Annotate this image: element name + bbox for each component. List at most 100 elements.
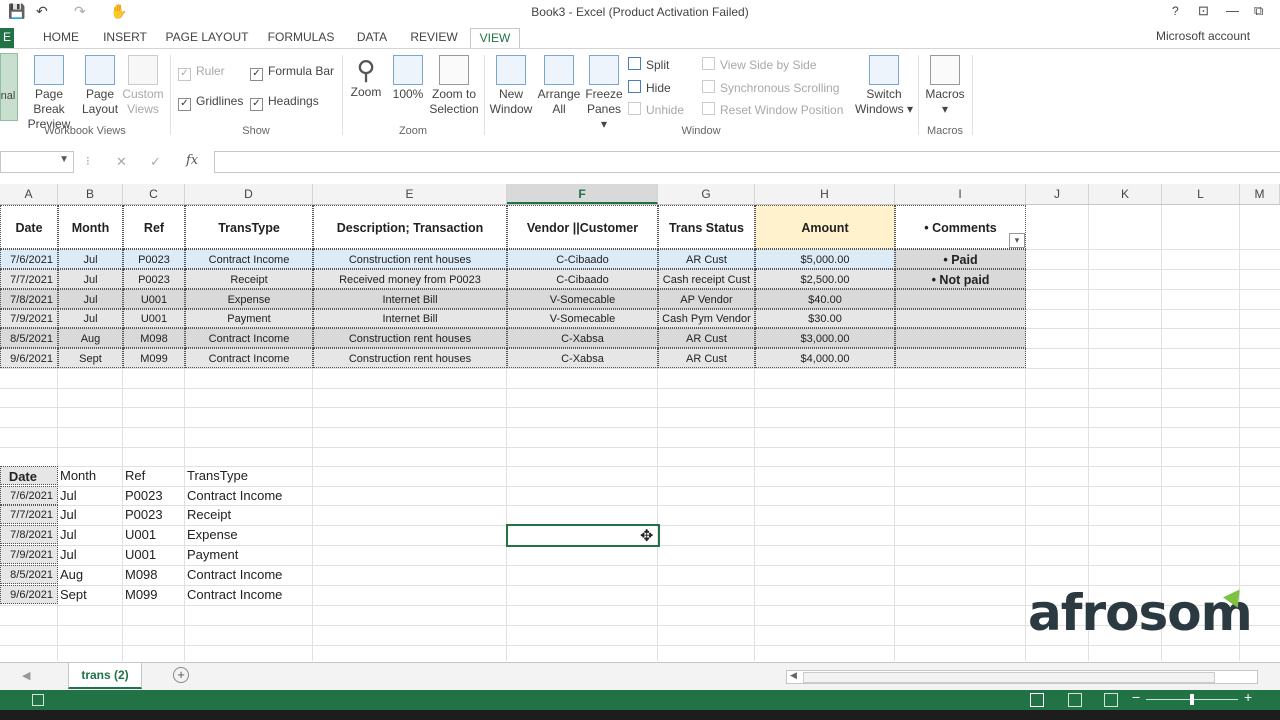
formula-input[interactable] <box>214 151 1280 173</box>
page-layout-view-button[interactable]: Page Layout <box>82 55 118 117</box>
horizontal-scrollbar[interactable]: ◀ <box>786 670 1258 684</box>
table1-cell[interactable]: M099 <box>123 348 185 368</box>
unhide-button[interactable]: Unhide <box>628 102 684 117</box>
table1-cell[interactable]: Receipt <box>185 269 313 289</box>
column-header-a[interactable]: A <box>0 184 58 204</box>
page-break-view-icon[interactable] <box>1104 693 1118 707</box>
table1-header-cell[interactable]: • Comments <box>895 205 1026 249</box>
table1-header-cell[interactable]: Month <box>58 205 123 249</box>
freeze-panes-button[interactable]: Freeze Panes ▾ <box>584 55 624 132</box>
table1-cell[interactable]: P0023 <box>123 269 185 289</box>
table2-cell[interactable]: Expense <box>185 525 315 544</box>
tab-review[interactable]: REVIEW <box>406 28 462 48</box>
split-button[interactable]: Split <box>628 57 669 72</box>
table2-cell[interactable]: M099 <box>123 585 187 604</box>
table2-cell[interactable]: Sept <box>58 585 125 604</box>
table1-cell[interactable]: $30.00 <box>755 309 895 328</box>
table1-cell[interactable]: Internet Bill <box>313 289 507 309</box>
table1-cell[interactable]: Contract Income <box>185 249 313 269</box>
column-header-f[interactable]: F <box>507 184 658 204</box>
hide-button[interactable]: Hide <box>628 80 671 95</box>
table2-cell[interactable]: 8/5/2021 <box>0 565 58 584</box>
filter-dropdown-icon[interactable]: ▾ <box>1009 233 1025 248</box>
tab-formulas[interactable]: FORMULAS <box>264 28 338 48</box>
table1-cell[interactable]: AR Cust <box>658 249 755 269</box>
table1-cell[interactable]: Jul <box>58 249 123 269</box>
account-name[interactable]: Microsoft account <box>1156 29 1250 43</box>
table2-cell[interactable]: U001 <box>123 525 187 544</box>
table2-header-cell[interactable]: TransType <box>185 466 315 485</box>
table1-cell[interactable]: Aug <box>58 328 123 348</box>
macro-record-icon[interactable] <box>32 694 44 706</box>
redo-icon[interactable]: ↷ <box>74 3 86 20</box>
column-header-c[interactable]: C <box>123 184 185 204</box>
table1-header-cell[interactable]: Vendor ||Customer <box>507 205 658 249</box>
column-header-h[interactable]: H <box>755 184 895 204</box>
formula-bar-checkbox[interactable]: ✓ Formula Bar <box>250 64 334 81</box>
table1-cell[interactable]: V-Somecable <box>507 289 658 309</box>
table1-cell[interactable]: $2,500.00 <box>755 269 895 289</box>
table2-cell[interactable]: 7/9/2021 <box>0 545 58 564</box>
view-side-by-side-button[interactable]: View Side by Side <box>702 57 817 72</box>
table1-cell[interactable]: $40.00 <box>755 289 895 309</box>
new-window-button[interactable]: New Window <box>488 55 534 117</box>
scrollbar-thumb[interactable] <box>803 672 1215 683</box>
table1-cell[interactable]: C-Cibaado <box>507 249 658 269</box>
normal-view-button[interactable] <box>0 53 18 121</box>
table2-cell[interactable]: U001 <box>123 545 187 564</box>
table2-header-cell[interactable]: Date <box>0 466 58 485</box>
arrange-all-button[interactable]: Arrange All <box>536 55 582 117</box>
page-layout-view-icon[interactable] <box>1068 693 1082 707</box>
insert-function-icon[interactable]: fx <box>186 153 198 168</box>
table1-cell[interactable]: P0023 <box>123 249 185 269</box>
table1-cell[interactable]: AR Cust <box>658 348 755 368</box>
sheet-scroll-icon[interactable]: ◀ <box>22 669 30 682</box>
table2-cell[interactable]: Jul <box>58 525 125 544</box>
synchronous-scrolling-button[interactable]: Synchronous Scrolling <box>702 80 839 95</box>
column-header-j[interactable]: J <box>1026 184 1089 204</box>
reset-window-position-button[interactable]: Reset Window Position <box>702 102 843 117</box>
table2-header-cell[interactable]: Month <box>58 466 125 485</box>
column-header-k[interactable]: K <box>1089 184 1162 204</box>
column-header-e[interactable]: E <box>313 184 507 204</box>
table2-cell[interactable]: 7/6/2021 <box>0 486 58 505</box>
table1-cell[interactable]: AR Cust <box>658 328 755 348</box>
table2-cell[interactable]: Contract Income <box>185 565 315 584</box>
table2-cell[interactable]: Jul <box>58 545 125 564</box>
table1-cell[interactable]: Construction rent houses <box>313 249 507 269</box>
table2-cell[interactable]: Jul <box>58 486 125 505</box>
table1-cell[interactable]: • Not paid <box>895 269 1026 289</box>
table1-cell[interactable]: Payment <box>185 309 313 328</box>
table1-cell[interactable]: Contract Income <box>185 348 313 368</box>
table1-cell[interactable]: U001 <box>123 309 185 328</box>
zoom-in-icon[interactable]: + <box>1244 689 1252 705</box>
zoom-to-selection-button[interactable]: Zoom to Selection <box>428 55 480 117</box>
touch-mode-icon[interactable]: ✋ <box>110 3 127 20</box>
table1-cell[interactable]: 7/9/2021 <box>0 309 58 328</box>
column-header-m[interactable]: M <box>1240 184 1280 204</box>
table1-cell[interactable]: Jul <box>58 289 123 309</box>
confirm-entry-icon[interactable]: ✓ <box>150 154 161 170</box>
macros-button[interactable]: Macros ▾ <box>922 55 968 117</box>
table1-cell[interactable]: Cash receipt Cust <box>658 269 755 289</box>
cancel-entry-icon[interactable]: ✕ <box>116 154 127 170</box>
save-icon[interactable]: 💾 <box>8 3 25 20</box>
column-header-d[interactable]: D <box>185 184 313 204</box>
column-header-b[interactable]: B <box>58 184 123 204</box>
table1-cell[interactable]: Jul <box>58 269 123 289</box>
table2-header-cell[interactable]: Ref <box>123 466 187 485</box>
table2-cell[interactable]: Receipt <box>185 505 315 524</box>
table1-cell[interactable]: 9/6/2021 <box>0 348 58 368</box>
table1-cell[interactable]: V-Somecable <box>507 309 658 328</box>
column-header-g[interactable]: G <box>658 184 755 204</box>
table2-cell[interactable]: Payment <box>185 545 315 564</box>
table1-cell[interactable]: Expense <box>185 289 313 309</box>
table2-cell[interactable]: Contract Income <box>185 585 315 604</box>
table1-cell[interactable]: 8/5/2021 <box>0 328 58 348</box>
undo-icon[interactable]: ↶ <box>36 3 48 20</box>
table1-cell[interactable]: C-Xabsa <box>507 348 658 368</box>
tab-home[interactable]: HOME <box>36 28 86 48</box>
table1-cell[interactable]: $5,000.00 <box>755 249 895 269</box>
table2-cell[interactable]: Contract Income <box>185 486 315 505</box>
table1-header-cell[interactable]: Amount <box>755 205 895 249</box>
